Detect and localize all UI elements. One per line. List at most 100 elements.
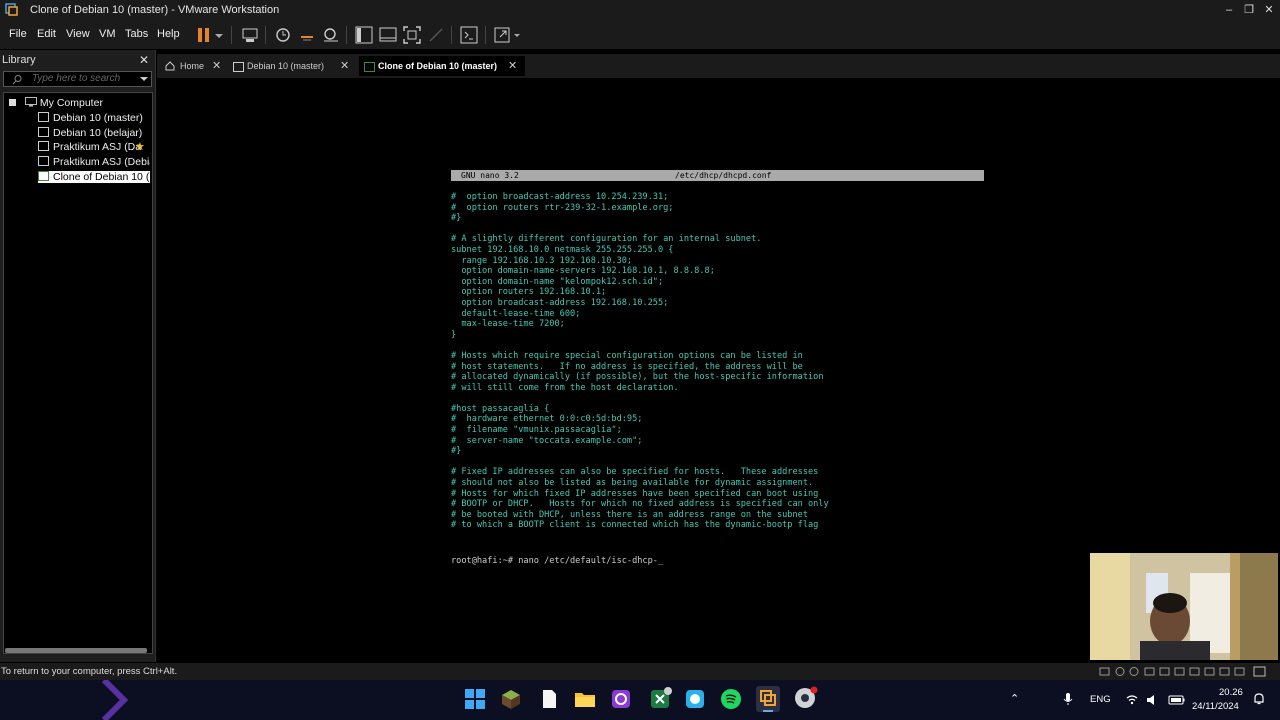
nano-version: GNU nano 3.2 — [461, 171, 519, 180]
wallpaper-accent — [101, 680, 129, 720]
close-window-button[interactable]: ✕ — [1258, 2, 1280, 18]
wifi-volume-battery-icons[interactable] — [1125, 693, 1189, 707]
app-icon[interactable] — [610, 688, 632, 710]
library-header: Library — [2, 54, 36, 66]
clock-time[interactable]: 20.26 — [1219, 687, 1243, 698]
collapse-icon[interactable] — [9, 99, 16, 106]
shell-prompt: root@hafi:~# nano /etc/default/isc-dhcp-… — [451, 556, 664, 566]
terminal-line: # Fixed IP addresses can also be specifi… — [451, 467, 819, 478]
terminal-line: option broadcast-address 192.168.10.255; — [451, 297, 669, 308]
maximize-button[interactable]: ❐ — [1238, 2, 1260, 18]
app-icon-2[interactable] — [684, 688, 706, 710]
tree-item-label: Debian 10 (master) — [53, 112, 143, 124]
menu-edit[interactable]: Edit — [37, 28, 56, 40]
library-horizontal-scrollbar[interactable] — [5, 648, 147, 653]
toolbar-separator — [346, 26, 347, 44]
tab-debian-master[interactable]: Debian 10 (master) ✕ — [229, 56, 355, 76]
language-indicator[interactable]: ENG — [1090, 694, 1111, 705]
vm-icon — [38, 141, 49, 151]
microphone-icon[interactable] — [1062, 692, 1074, 706]
dropdown-icon[interactable] — [212, 24, 226, 46]
console-icon[interactable] — [458, 24, 480, 46]
tree-item-clone-debian-master[interactable]: Clone of Debian 10 (m — [38, 171, 150, 183]
tree-item-praktikum-asj-debian[interactable]: Praktikum ASJ (Debian — [38, 156, 150, 168]
search-placeholder: Type here to search — [32, 73, 121, 84]
menu-view[interactable]: View — [66, 28, 90, 40]
terminal-line: #host passacaglia { — [451, 403, 550, 414]
vm-icon — [38, 112, 49, 122]
thumbnail-view-icon[interactable] — [377, 24, 399, 46]
unity-icon[interactable] — [425, 24, 447, 46]
notification-bell-icon[interactable] — [1252, 692, 1266, 706]
vm-icon — [38, 127, 49, 137]
tab-close-button[interactable]: ✕ — [508, 56, 517, 76]
vmware-logo-icon — [5, 3, 18, 16]
terminal-line: option domain-name "kelompok12.sch.id"; — [451, 276, 664, 287]
minecraft-icon[interactable] — [500, 688, 522, 710]
terminal-line: #} — [451, 213, 462, 224]
window-title: Clone of Debian 10 (master) - VMware Wor… — [30, 4, 280, 16]
menu-help[interactable]: Help — [157, 28, 180, 40]
revert-snapshot-icon[interactable] — [296, 24, 318, 46]
home-icon — [165, 61, 175, 71]
library-close-button[interactable]: ✕ — [139, 53, 149, 67]
status-message: To return to your computer, press Ctrl+A… — [1, 666, 178, 677]
excel-icon[interactable] — [648, 686, 674, 710]
vm-icon — [38, 156, 49, 166]
clock-date[interactable]: 24/11/2024 — [1192, 701, 1239, 712]
terminal-line: # BOOTP or DHCP. Hosts for which no fixe… — [451, 499, 829, 510]
send-ctrl-alt-del-icon[interactable] — [239, 24, 261, 46]
terminal-line: # to which a BOOTP client is connected w… — [451, 520, 819, 531]
menu-file[interactable]: File — [9, 28, 27, 40]
tree-item-label: Praktikum ASJ (Da — [53, 141, 142, 153]
menu-vm[interactable]: VM — [99, 28, 116, 40]
computer-icon — [24, 97, 37, 107]
fullscreen-icon[interactable] — [401, 24, 423, 46]
library-search-input[interactable]: Type here to search — [3, 71, 152, 87]
device-status-icons[interactable] — [1098, 666, 1268, 677]
tree-item-praktikum-asj-da[interactable]: Praktikum ASJ (Da ★ — [38, 141, 150, 153]
tab-clone-debian-master[interactable]: Clone of Debian 10 (master) ✕ — [359, 56, 525, 76]
toolbar-separator — [485, 26, 486, 44]
search-dropdown-icon[interactable] — [140, 75, 148, 83]
tree-root-my-computer[interactable]: My Computer — [9, 97, 103, 109]
vm-icon — [233, 62, 244, 72]
spotify-icon[interactable] — [720, 688, 742, 710]
tab-home[interactable]: Home ✕ — [160, 56, 226, 76]
file-explorer-icon[interactable] — [573, 688, 597, 710]
minimize-button[interactable]: – — [1218, 2, 1240, 18]
library-view-icon[interactable] — [353, 24, 375, 46]
toolbar-separator — [451, 26, 452, 44]
snapshot-manager-icon[interactable] — [320, 24, 342, 46]
terminal-line: # allocated dynamically (if possible), b… — [451, 372, 824, 383]
tree-item-label: Clone of Debian 10 (m — [53, 171, 150, 183]
notepad-icon[interactable] — [538, 688, 560, 710]
tree-item-label: Praktikum ASJ (Debian — [53, 156, 150, 168]
vm-running-icon — [364, 62, 375, 72]
snapshot-icon[interactable] — [272, 24, 294, 46]
menu-tabs[interactable]: Tabs — [125, 28, 148, 40]
tab-close-button[interactable]: ✕ — [340, 56, 349, 76]
tray-overflow-chevron[interactable]: ⌃ — [1010, 692, 1019, 705]
terminal-line: #} — [451, 446, 462, 457]
terminal-text: # option broadcast-address 10.254.239.31… — [451, 192, 829, 531]
terminal-line: max-lease-time 7200; — [451, 319, 565, 330]
tree-item-debian-master[interactable]: Debian 10 (master) — [38, 112, 150, 124]
tab-close-button[interactable]: ✕ — [212, 56, 221, 76]
terminal-line: range 192.168.10.3 192.168.10.30; — [451, 255, 633, 266]
stretch-icon[interactable] — [492, 24, 524, 46]
windows-start-icon[interactable] — [464, 688, 486, 710]
windows-taskbar: ⌃ ENG 20.26 24/11/2024 — [0, 680, 1280, 720]
title-bar: Clone of Debian 10 (master) - VMware Wor… — [0, 0, 1280, 20]
vmware-icon[interactable] — [756, 686, 780, 712]
chrome-icon[interactable] — [794, 686, 818, 710]
terminal-line: # option routers rtr-239-32-1.example.or… — [451, 202, 674, 213]
tab-label: Home — [180, 61, 205, 71]
toolbar-separator — [265, 26, 266, 44]
tree-root-label: My Computer — [39, 97, 103, 109]
tree-item-debian-belajar[interactable]: Debian 10 (belajar) — [38, 127, 150, 139]
terminal-line: # option broadcast-address 10.254.239.31… — [451, 192, 669, 202]
